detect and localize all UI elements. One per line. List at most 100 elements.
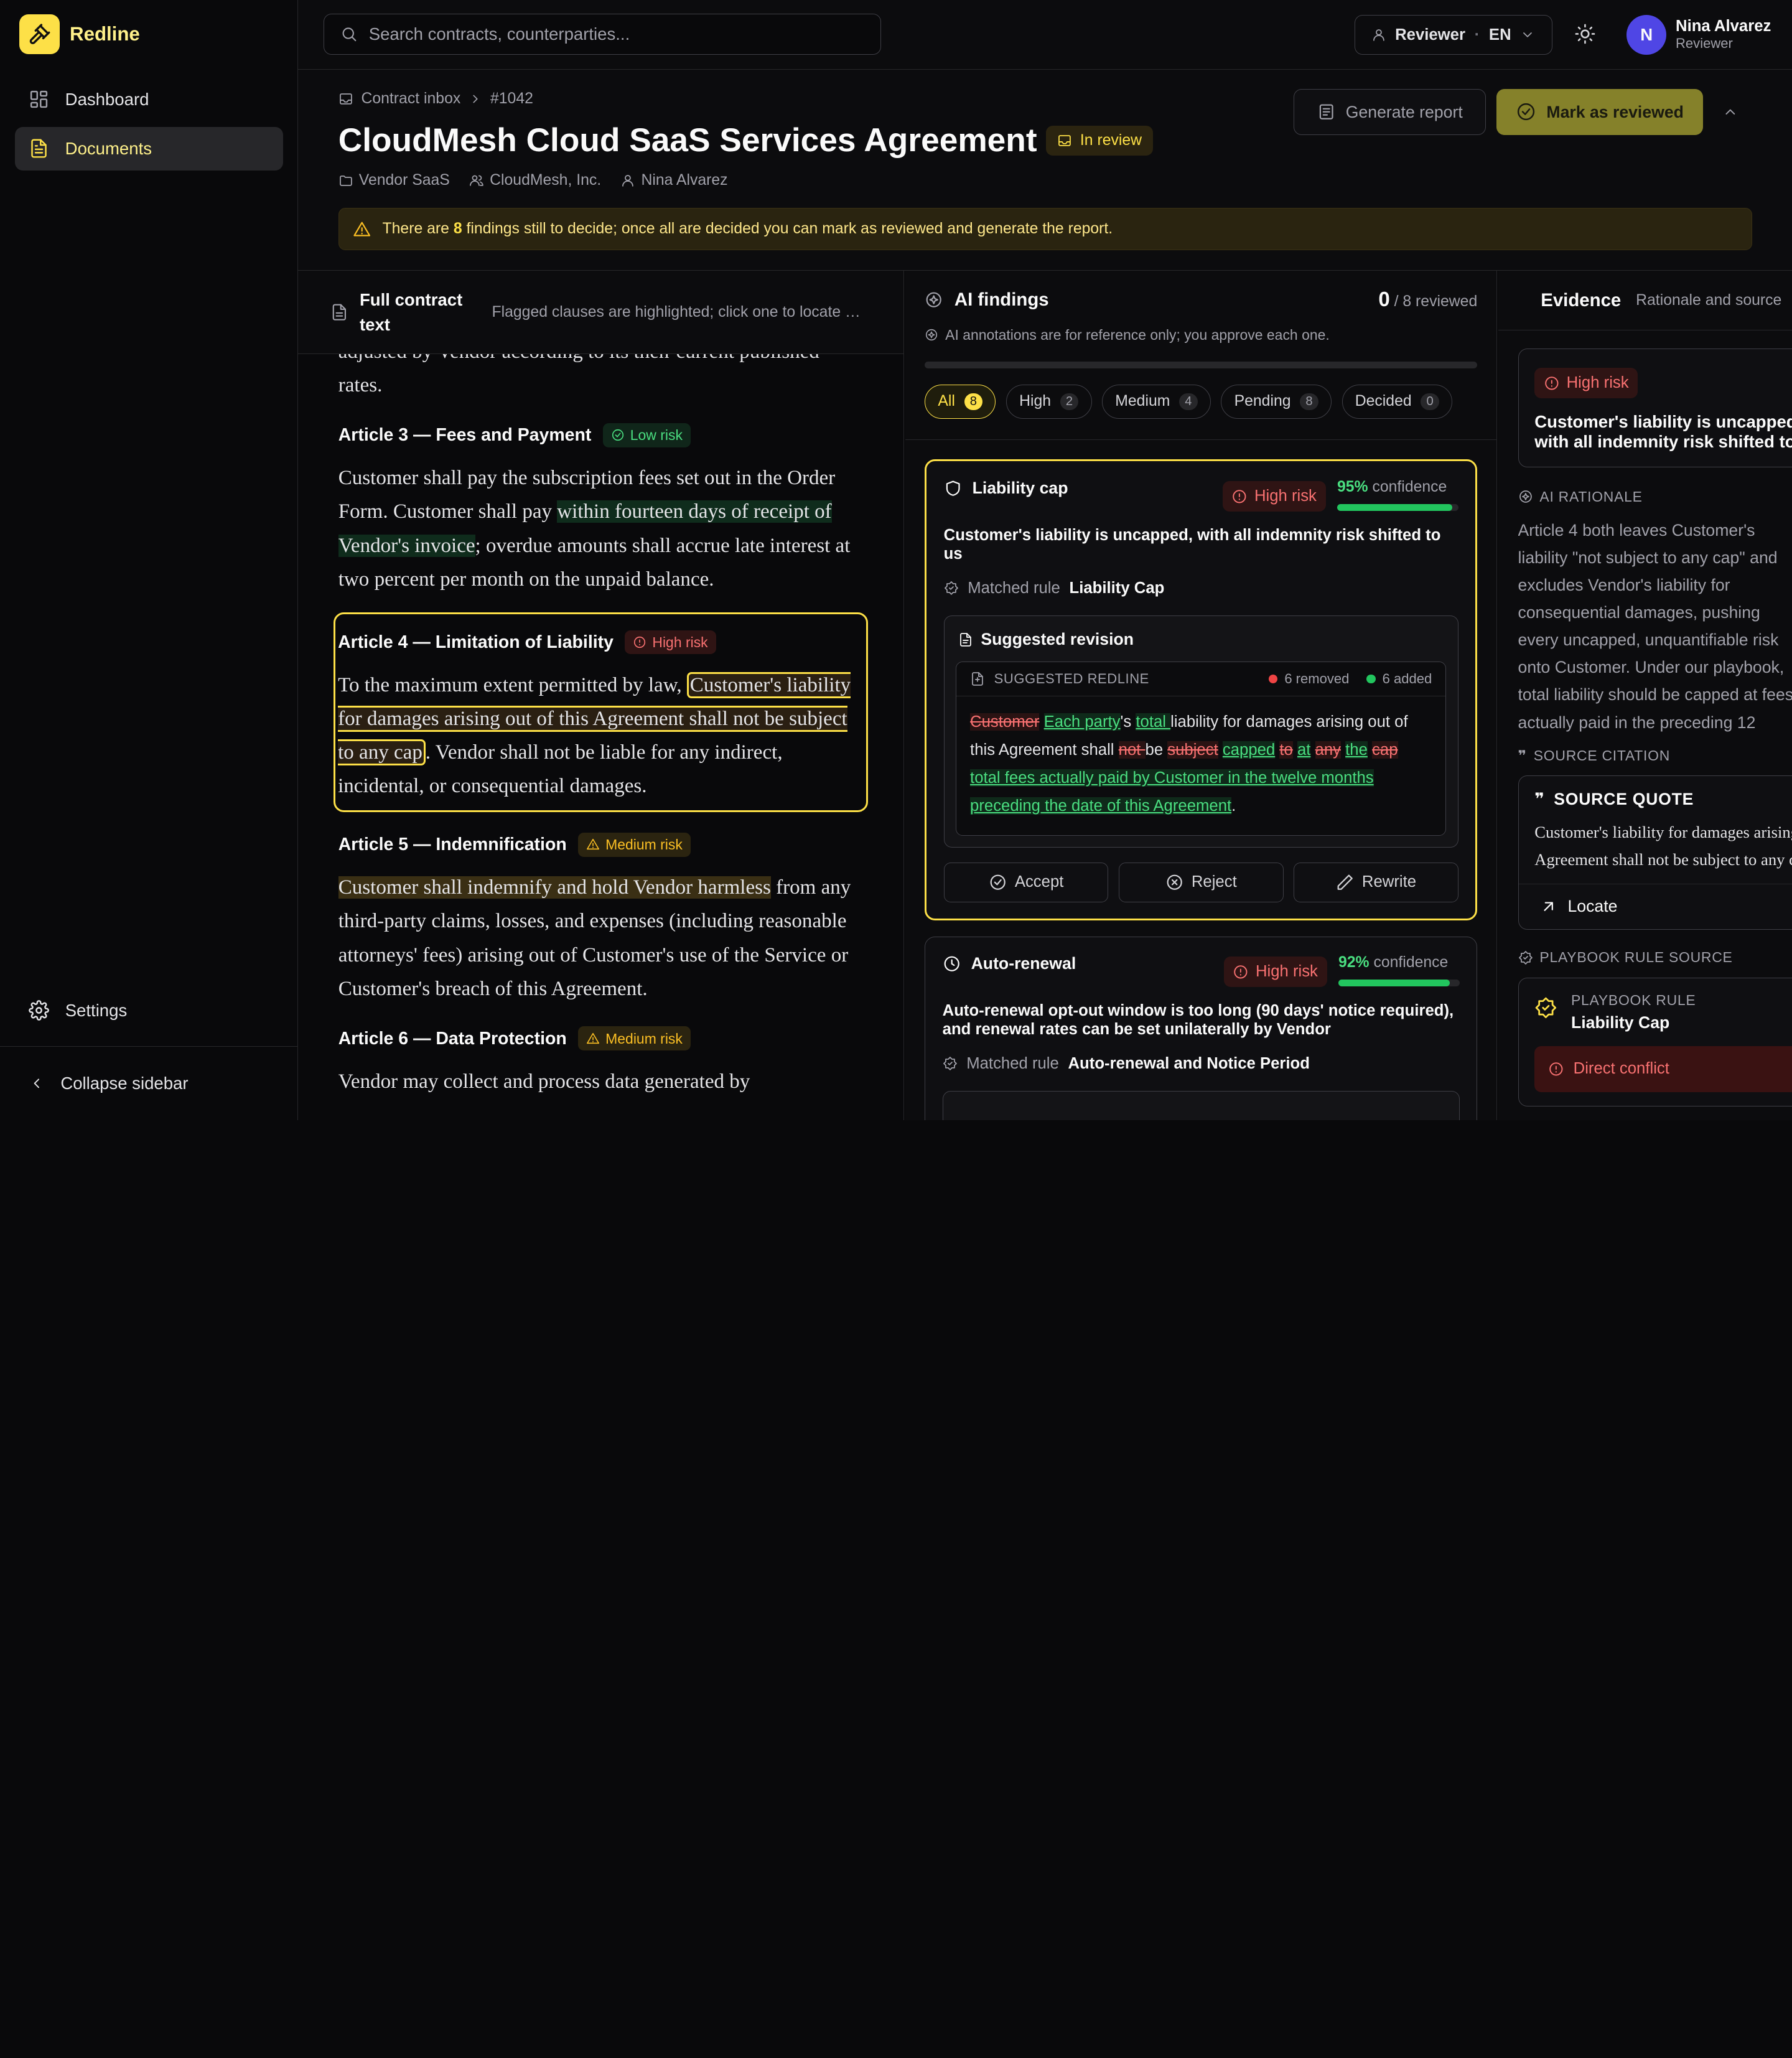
filter-decided[interactable]: Decided 0 [1342, 384, 1453, 419]
chevron-up-icon [1725, 109, 1735, 115]
article-3-heading[interactable]: Article 3 — Fees and Payment Low risk [338, 418, 864, 452]
warning-icon [353, 222, 370, 236]
search-input[interactable] [368, 24, 865, 45]
alert-text: There are 8 findings still to decide; on… [382, 220, 1113, 238]
risk-label: Low risk [630, 427, 683, 444]
article-4-selected[interactable]: Article 4 — Limitation of Liability High… [334, 612, 869, 812]
rewrite-label: Rewrite [1361, 873, 1417, 891]
alert-circle-icon [634, 636, 646, 648]
badge-icon [944, 581, 958, 595]
confidence-meter: 95% confidence [1337, 479, 1458, 511]
chevron-down-icon [1523, 32, 1533, 37]
risk-badge-high: High risk [1534, 367, 1638, 399]
badge-icon [1518, 951, 1533, 965]
matched-rule: Matched rule Auto-renewal and Notice Per… [943, 1055, 1460, 1073]
finding-card-auto-renewal[interactable]: Auto-renewal High risk 92% confidence Au… [925, 936, 1478, 1121]
article-6-heading[interactable]: Article 6 — Data Protection Medium risk [338, 1022, 864, 1055]
rationale-label-text: AI RATIONALE [1539, 488, 1643, 505]
removed-count: 6 removed [1268, 671, 1349, 687]
finding-actions: Accept Reject Rewrite [943, 862, 1458, 903]
finding-filters: All 8 High 2 Medium 4 Pending 8 Decided 0 [925, 384, 1477, 419]
redline-header: SUGGESTED REDLINE 6 removed 6 added [956, 662, 1446, 697]
risk-label: High risk [1254, 487, 1317, 505]
users-icon [470, 175, 483, 186]
mark-reviewed-label: Mark as reviewed [1546, 102, 1684, 121]
confidence-label: confidence [1372, 479, 1447, 495]
folder-icon [339, 175, 352, 186]
alert-circle-icon [1233, 489, 1246, 503]
language-value: EN [1488, 26, 1511, 44]
breadcrumb-inbox-link[interactable]: Contract inbox [361, 90, 460, 108]
collapse-sidebar-button[interactable]: Collapse sidebar [0, 1045, 298, 1120]
filter-all[interactable]: All 8 [925, 384, 996, 419]
chevron-left-icon [34, 1078, 39, 1088]
risk-badge-medium: Medium risk [578, 833, 691, 857]
playbook-rule-source-label: PLAYBOOK RULE SOURCE [1518, 949, 1792, 966]
ai-findings-panel: AI findings 0 / 8 reviewed AI annotation… [905, 271, 1498, 1121]
finding-name-label: Auto-renewal [971, 954, 1076, 973]
reject-button[interactable]: Reject [1118, 862, 1284, 903]
clause-text: Customer shall indemnify and hold Vendor… [338, 876, 851, 1000]
user-name: Nina Alvarez [1676, 17, 1771, 35]
finding-name: Auto-renewal [943, 954, 1076, 973]
findings-note-text: AI annotations are for reference only; y… [945, 326, 1330, 343]
brand[interactable]: Redline [0, 0, 297, 68]
confidence-value: 92% [1338, 954, 1370, 971]
contract-panel-hint: Flagged clauses are highlighted; click o… [492, 303, 861, 320]
sparkle-icon [926, 329, 938, 341]
sidebar-item-settings[interactable]: Settings [0, 989, 297, 1032]
article-5-heading[interactable]: Article 5 — Indemnification Medium risk [338, 828, 864, 861]
source-citation-label: ❞ SOURCE CITATION [1518, 747, 1792, 764]
topbar: Reviewer · EN N Nina Alvarez Reviewer [298, 0, 1792, 70]
conflict-label: Direct conflict [1573, 1060, 1669, 1078]
filter-count: 0 [1421, 393, 1439, 410]
locate-button[interactable]: Locate [1518, 883, 1792, 929]
sidebar-item-documents[interactable]: Documents [14, 126, 283, 171]
badge-icon [943, 1057, 957, 1071]
x-circle-icon [1167, 874, 1182, 891]
pencil-icon [1337, 874, 1353, 891]
sidebar: Redline Dashboard Documents Settings Col… [0, 0, 299, 1121]
clause-text: Customer shall pay the subscription fees… [338, 467, 851, 591]
sun-icon [1575, 24, 1595, 44]
accept-button[interactable]: Accept [943, 862, 1109, 903]
findings-title: AI findings [954, 289, 1049, 310]
accept-label: Accept [1014, 873, 1064, 891]
suggested-revision [942, 1091, 1460, 1121]
evidence-title: Evidence [1541, 289, 1622, 311]
sidebar-item-label: Documents [65, 138, 152, 158]
highlighted-clause-medium[interactable]: Customer shall indemnify and hold Vendor… [338, 876, 771, 899]
arrow-up-right-icon [1544, 902, 1553, 912]
filter-medium[interactable]: Medium 4 [1102, 384, 1211, 419]
filter-label: Medium [1115, 393, 1170, 410]
article-title: Article 3 — Fees and Payment [338, 425, 592, 446]
theme-toggle-button[interactable] [1574, 23, 1596, 45]
filter-high[interactable]: High 2 [1006, 384, 1092, 419]
role-language-select[interactable]: Reviewer · EN [1354, 14, 1552, 55]
app-name: Redline [70, 23, 140, 45]
user-icon [622, 174, 634, 187]
page-title: CloudMesh Cloud SaaS Services Agreement [338, 121, 1037, 159]
finding-name-label: Liability cap [972, 479, 1068, 497]
quote-icon: ❞ [1534, 790, 1545, 809]
evidence-panel: Evidence Rationale and source High risk … [1498, 271, 1792, 1121]
finding-card-liability-cap[interactable]: Liability cap High risk 95% confidence C… [925, 459, 1478, 920]
finding-summary: Customer's liability is uncapped, with a… [943, 526, 1441, 563]
evidence-summary: Customer's liability is uncapped, with a… [1534, 412, 1792, 451]
user-menu[interactable]: N Nina Alvarez Reviewer [1626, 14, 1771, 55]
generate-report-button[interactable]: Generate report [1294, 89, 1486, 135]
quote-icon: ❞ [1518, 747, 1527, 764]
rewrite-button[interactable]: Rewrite [1294, 862, 1458, 903]
findings-note: AI annotations are for reference only; y… [925, 327, 1477, 344]
playbook-rule-card[interactable]: PLAYBOOK RULE Liability Cap Direct confl… [1518, 977, 1792, 1106]
filter-pending[interactable]: Pending 8 [1221, 384, 1332, 419]
collapse-header-button[interactable] [1722, 104, 1738, 120]
collapse-label: Collapse sidebar [60, 1073, 189, 1093]
report-icon [1319, 104, 1333, 120]
sidebar-nav: Dashboard Documents [0, 68, 297, 185]
sidebar-item-dashboard[interactable]: Dashboard [15, 78, 283, 121]
search-box[interactable] [323, 14, 882, 55]
playbook-rule-name: Liability Cap [1570, 1013, 1670, 1032]
mark-reviewed-button[interactable]: Mark as reviewed [1496, 89, 1704, 135]
warning-icon [586, 1032, 599, 1044]
